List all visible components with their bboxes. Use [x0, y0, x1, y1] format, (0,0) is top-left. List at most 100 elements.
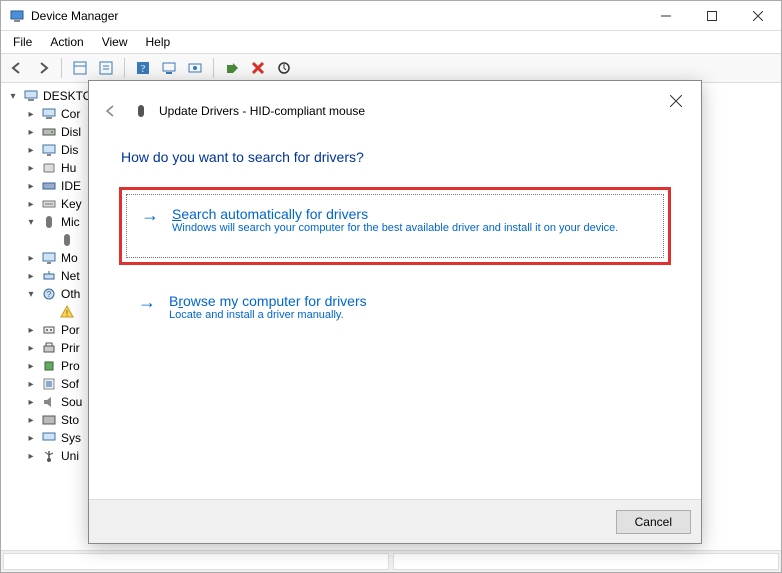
svg-text:?: ? — [141, 64, 146, 75]
forward-icon[interactable] — [31, 56, 55, 80]
app-icon — [9, 8, 25, 24]
tree-node-label: Por — [61, 323, 80, 337]
processor-icon — [41, 358, 57, 374]
show-hide-tree-icon[interactable] — [68, 56, 92, 80]
scan-hardware-icon[interactable] — [157, 56, 181, 80]
tree-node-label: Cor — [61, 107, 80, 121]
toolbar: ? — [1, 53, 781, 83]
window-title: Device Manager — [31, 9, 118, 23]
other-icon: ? — [41, 286, 57, 302]
maximize-button[interactable] — [689, 1, 735, 31]
tree-node-label: Sto — [61, 413, 79, 427]
chevron-down-icon[interactable]: ▾ — [25, 288, 37, 300]
chevron-right-icon[interactable]: ▸ — [25, 162, 37, 174]
disk-icon — [41, 124, 57, 140]
sound-icon — [41, 394, 57, 410]
computer-icon — [41, 106, 57, 122]
tree-node-label: Net — [61, 269, 80, 283]
chevron-right-icon[interactable]: ▸ — [25, 414, 37, 426]
arrow-right-icon: → — [137, 293, 157, 321]
minimize-button[interactable] — [643, 1, 689, 31]
tree-node-label: IDE — [61, 179, 81, 193]
system-icon — [41, 430, 57, 446]
tree-node-label: Pro — [61, 359, 80, 373]
help-icon[interactable]: ? — [131, 56, 155, 80]
option-search-automatically[interactable]: → Search automatically for drivers Windo… — [119, 187, 671, 265]
chevron-right-icon[interactable]: ▸ — [25, 180, 37, 192]
dialog-footer: Cancel — [89, 499, 701, 543]
chevron-right-icon[interactable]: ▸ — [25, 450, 37, 462]
option-title: Browse my computer for drivers — [169, 293, 367, 309]
chevron-right-icon[interactable]: ▸ — [25, 360, 37, 372]
chevron-right-icon[interactable]: ▸ — [25, 252, 37, 264]
mouse-icon — [59, 232, 75, 248]
back-icon[interactable] — [5, 56, 29, 80]
toolbar-sep — [61, 58, 62, 78]
tree-node-label: Oth — [61, 287, 80, 301]
uninstall-device-icon[interactable] — [246, 56, 270, 80]
chevron-down-icon[interactable]: ▾ — [7, 90, 19, 102]
toolbar-sep — [124, 58, 125, 78]
dialog-header: Update Drivers - HID-compliant mouse — [89, 81, 701, 125]
printer-icon — [41, 340, 57, 356]
close-button[interactable] — [735, 1, 781, 31]
chevron-right-icon[interactable]: ▸ — [25, 432, 37, 444]
monitor-icon — [41, 250, 57, 266]
dialog-close-button[interactable] — [661, 89, 691, 113]
warn-icon: ! — [59, 304, 75, 320]
tree-node-label: Sou — [61, 395, 82, 409]
chevron-down-icon[interactable]: ▾ — [25, 216, 37, 228]
dialog-body: How do you want to search for drivers? →… — [89, 125, 701, 499]
chevron-right-icon[interactable]: ▸ — [25, 108, 37, 120]
update-driver-icon[interactable] — [183, 56, 207, 80]
port-icon — [41, 322, 57, 338]
usb-icon — [41, 448, 57, 464]
tree-node-label: Disl — [61, 125, 81, 139]
status-cell — [3, 553, 389, 570]
tree-node-label: Hu — [61, 161, 76, 175]
tree-node-label: Mo — [61, 251, 78, 265]
enable-device-icon[interactable] — [220, 56, 244, 80]
chevron-right-icon[interactable]: ▸ — [25, 324, 37, 336]
chevron-right-icon[interactable]: ▸ — [25, 270, 37, 282]
chevron-right-icon[interactable]: ▸ — [25, 126, 37, 138]
keyboard-icon — [41, 196, 57, 212]
toolbar-sep — [213, 58, 214, 78]
update-drivers-dialog: Update Drivers - HID-compliant mouse How… — [88, 80, 702, 544]
tree-node-label: Mic — [61, 215, 80, 229]
titlebar: Device Manager — [1, 1, 781, 31]
menu-view[interactable]: View — [94, 33, 136, 51]
svg-text:!: ! — [66, 309, 68, 318]
menubar: File Action View Help — [1, 31, 781, 53]
menu-file[interactable]: File — [5, 33, 40, 51]
mouse-icon — [41, 214, 57, 230]
dialog-back-button[interactable] — [99, 99, 123, 123]
chevron-right-icon[interactable]: ▸ — [25, 378, 37, 390]
option-desc: Locate and install a driver manually. — [169, 309, 367, 321]
tree-node-label: Dis — [61, 143, 78, 157]
ide-icon — [41, 178, 57, 194]
status-cell — [393, 553, 779, 570]
monitor-icon — [41, 142, 57, 158]
dialog-title: Update Drivers - HID-compliant mouse — [159, 104, 365, 118]
tree-root-label: DESKTO — [43, 89, 92, 103]
svg-text:?: ? — [47, 290, 52, 299]
cancel-button[interactable]: Cancel — [616, 510, 691, 534]
option-desc: Windows will search your computer for th… — [172, 222, 618, 234]
chevron-right-icon[interactable]: ▸ — [25, 144, 37, 156]
network-icon — [41, 268, 57, 284]
tree-node-label: Sys — [61, 431, 81, 445]
arrow-right-icon: → — [140, 206, 160, 234]
option-title: Search automatically for drivers — [172, 206, 618, 222]
properties-icon[interactable] — [94, 56, 118, 80]
chevron-right-icon[interactable]: ▸ — [25, 198, 37, 210]
computer-icon — [23, 88, 39, 104]
scan-for-changes-icon[interactable] — [272, 56, 296, 80]
tree-node-label: Uni — [61, 449, 79, 463]
menu-action[interactable]: Action — [42, 33, 91, 51]
option-browse-computer[interactable]: → Browse my computer for drivers Locate … — [119, 281, 671, 339]
menu-help[interactable]: Help — [138, 33, 179, 51]
dialog-heading: How do you want to search for drivers? — [121, 149, 671, 165]
chevron-right-icon[interactable]: ▸ — [25, 396, 37, 408]
chevron-right-icon[interactable]: ▸ — [25, 342, 37, 354]
